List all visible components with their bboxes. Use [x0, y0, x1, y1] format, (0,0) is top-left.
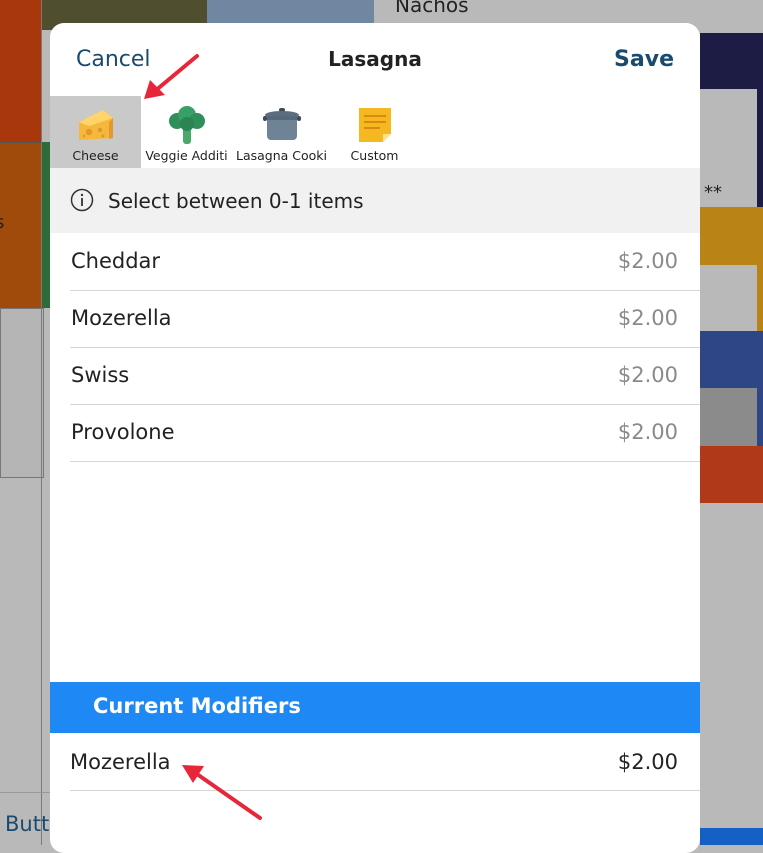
list-item-option[interactable]: Cheddar $2.00	[70, 233, 700, 291]
bg-tile-gold-edge	[757, 265, 763, 331]
info-icon	[70, 188, 94, 212]
tab-veggie-additions[interactable]: Veggie Additi	[141, 96, 232, 168]
bg-tile-blue-edge	[757, 388, 763, 446]
modifier-group-tabs: Cheese Veggie Additi Lasagna Cooki Custo…	[50, 96, 700, 168]
bg-tile-gold-right	[700, 207, 763, 265]
bg-tile-blue-right	[700, 331, 763, 388]
selection-info-text: Select between 0-1 items	[108, 189, 364, 213]
option-name: Mozerella	[71, 306, 172, 330]
option-price: $2.00	[617, 306, 678, 330]
bg-right-edge-mark: **	[704, 182, 722, 203]
list-item-option[interactable]: Mozerella $2.00	[70, 290, 700, 348]
option-price: $2.00	[617, 249, 678, 273]
broccoli-icon	[169, 106, 205, 144]
tab-label: Cheese	[72, 148, 119, 163]
list-item-option[interactable]: Swiss $2.00	[70, 347, 700, 405]
bg-tile-orange-top	[0, 0, 42, 142]
option-price: $2.00	[617, 420, 678, 444]
tab-custom[interactable]: Custom	[329, 96, 420, 168]
pot-icon	[263, 108, 301, 140]
list-item-option[interactable]: Provolone $2.00	[70, 404, 700, 462]
tab-label: Custom	[350, 148, 399, 163]
bg-left-edge-glyph: s	[0, 212, 4, 233]
current-modifier-row[interactable]: Mozerella $2.00	[70, 733, 700, 791]
bg-tile-blue-bottom	[700, 828, 763, 845]
option-price: $2.00	[617, 363, 678, 387]
tab-lasagna-cooking[interactable]: Lasagna Cooki	[236, 96, 327, 168]
current-modifier-price: $2.00	[617, 750, 678, 774]
modal-title: Lasagna	[328, 47, 422, 71]
selection-info-bar: Select between 0-1 items	[50, 168, 700, 233]
save-button[interactable]: Save	[614, 47, 674, 72]
tab-label: Veggie Additi	[145, 148, 228, 163]
sticky-note-icon	[359, 108, 391, 142]
bg-divider-bottom	[0, 792, 50, 793]
bg-tile-orange-mid	[0, 142, 42, 309]
option-name: Swiss	[71, 363, 130, 387]
bg-tile-grey-left	[0, 308, 44, 478]
bg-tile-dark-right-edge	[757, 89, 763, 207]
bg-tile-grey-right-2	[700, 265, 757, 331]
current-modifiers-header: Current Modifiers	[50, 682, 700, 733]
current-modifiers-title: Current Modifiers	[93, 694, 301, 718]
bg-tile-grey-right-3	[700, 388, 757, 446]
modifier-modal: Cancel Lasagna Save Cheese Veggie Additi…	[50, 23, 700, 853]
option-name: Provolone	[71, 420, 175, 444]
bg-nachos-label: Nachos	[395, 0, 469, 17]
bg-tile-green-strip	[42, 142, 50, 308]
cheese-icon	[79, 110, 113, 140]
bg-tile-navy-right	[700, 33, 763, 89]
current-modifier-name: Mozerella	[70, 750, 171, 774]
modal-header: Cancel Lasagna Save	[50, 23, 700, 95]
tab-label: Lasagna Cooki	[236, 148, 327, 163]
bg-tile-red-right	[700, 446, 763, 503]
option-name: Cheddar	[71, 249, 161, 273]
tab-cheese[interactable]: Cheese	[50, 96, 141, 168]
bg-divider-vertical	[41, 0, 42, 845]
